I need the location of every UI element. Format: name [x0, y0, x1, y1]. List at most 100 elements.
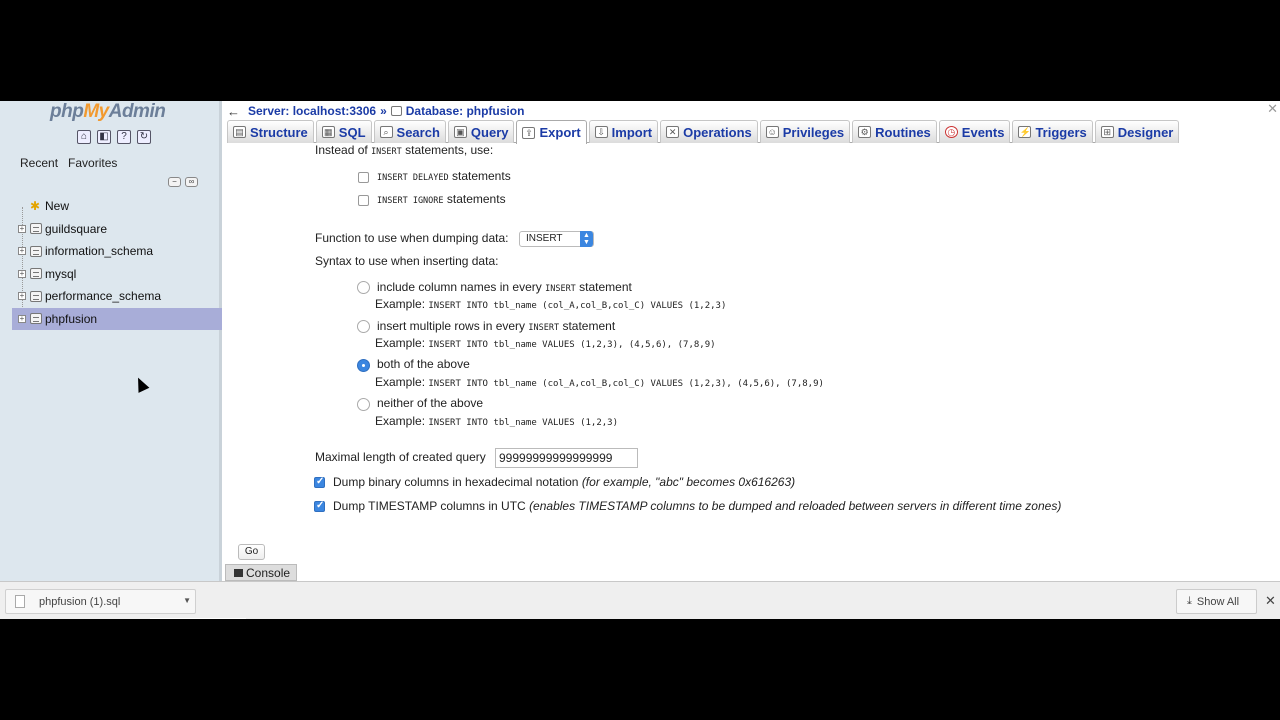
tree-item-mysql[interactable]: + mysql	[12, 263, 222, 286]
import-icon: ⇩	[594, 126, 608, 138]
max-length-input[interactable]: 99999999999999999	[495, 448, 638, 468]
breadcrumb-server[interactable]: Server: localhost:3306	[248, 104, 376, 118]
expand-icon[interactable]: +	[18, 269, 26, 278]
tab-triggers[interactable]: ⚡ Triggers	[1012, 120, 1093, 143]
breadcrumb: ← Server: localhost:3306 » Database: php…	[225, 101, 1280, 121]
select-arrows-icon: ▲ ▼	[580, 231, 593, 247]
logout-icon[interactable]: ◧	[97, 130, 111, 144]
tree-item-phpfusion[interactable]: + phpfusion	[12, 307, 222, 330]
tree-item-label: New	[45, 199, 70, 214]
tree-item-performance-schema[interactable]: + performance_schema	[12, 285, 222, 308]
max-length-label: Maximal length of created query	[315, 450, 486, 464]
tab-import[interactable]: ⇩ Import	[588, 120, 659, 143]
syntax-example: Example: INSERT INTO tbl_name (col_A,col…	[375, 375, 824, 389]
download-progress	[150, 618, 246, 619]
structure-icon: ▤	[233, 126, 246, 138]
database-tabs: ▤ Structure ▦ SQL ⌕ Search ▣ Query ⇪ Export ⇩…	[227, 120, 1180, 144]
syntax-radio-neither[interactable]	[357, 398, 370, 411]
tab-operations[interactable]: ✕ Operations	[660, 120, 758, 143]
syntax-example: Example: INSERT INTO tbl_name VALUES (1,…	[375, 414, 619, 428]
console-toggle[interactable]: Console	[225, 564, 297, 581]
tree-item-information-schema[interactable]: + information_schema	[12, 240, 222, 263]
new-database-icon: ✱	[30, 199, 41, 214]
tab-routines[interactable]: ⚙ Routines	[852, 120, 937, 143]
insert-ignore-checkbox[interactable]	[358, 195, 369, 206]
database-icon	[30, 245, 42, 257]
breadcrumb-database[interactable]: Database: phpfusion	[406, 104, 525, 118]
main-panel: ← Server: localhost:3306 » Database: php…	[225, 101, 1280, 581]
mouse-cursor-icon	[132, 375, 150, 393]
download-filename: phpfusion (1).sql	[39, 595, 121, 608]
function-select[interactable]: INSERT ▲ ▼	[519, 231, 594, 247]
hex-binary-checkbox[interactable]	[314, 476, 325, 488]
syntax-option-label: insert multiple rows in every insert sta…	[377, 319, 616, 333]
file-icon	[15, 595, 25, 608]
tab-privileges[interactable]: ☺ Privileges	[759, 120, 851, 143]
tab-sql[interactable]: ▦ SQL	[315, 120, 372, 143]
breadcrumb-separator: »	[380, 104, 387, 118]
utc-timestamp-label: Dump TIMESTAMP columns in UTC (enables T…	[333, 499, 1062, 513]
tab-search[interactable]: ⌕ Search	[373, 120, 446, 143]
tree-item-new[interactable]: ✱ New	[12, 195, 222, 218]
syntax-radio-both[interactable]	[357, 359, 370, 372]
navigation-sidebar: phpMyAdmin ⌂ ◧ ? ↻ Recent Favorites − ∞ …	[0, 101, 222, 581]
expand-icon[interactable]: +	[18, 314, 26, 323]
privileges-icon: ☺	[765, 126, 779, 138]
database-icon	[30, 290, 42, 302]
tab-designer[interactable]: ⊞ Designer	[1094, 120, 1180, 143]
events-icon: ◷	[944, 126, 958, 138]
operations-icon: ✕	[666, 126, 680, 138]
phpmyadmin-logo[interactable]: phpMyAdmin	[50, 101, 166, 123]
syntax-option-label: include column names in every insert sta…	[377, 280, 632, 294]
tab-events[interactable]: ◷ Events	[938, 120, 1011, 143]
reload-icon[interactable]: ↻	[137, 130, 151, 144]
tree-item-guildsquare[interactable]: + guildsquare	[12, 218, 222, 241]
nav-icon-bar: ⌂ ◧ ? ↻	[77, 130, 151, 144]
tab-export[interactable]: ⇪ Export	[516, 120, 587, 144]
syntax-example: Example: INSERT INTO tbl_name VALUES (1,…	[375, 336, 716, 350]
go-button[interactable]: Go	[238, 544, 265, 560]
recent-tab[interactable]: Recent	[16, 154, 62, 172]
instead-of-label: Instead of insert statements, use:	[315, 143, 494, 157]
hex-binary-label: Dump binary columns in hexadecimal notat…	[333, 475, 796, 489]
database-tree: ✱ New + guildsquare + information_schema…	[12, 195, 222, 330]
insert-ignore-label: insert ignore statements	[377, 192, 506, 206]
syntax-radio-complete[interactable]	[357, 281, 370, 294]
expand-icon[interactable]: +	[18, 292, 26, 301]
docs-icon[interactable]: ?	[117, 130, 131, 144]
syntax-label: Syntax to use when inserting data:	[315, 254, 499, 268]
download-icon: ⤓	[1187, 595, 1192, 607]
tab-structure[interactable]: ▤ Structure	[227, 120, 314, 143]
function-label: Function to use when dumping data:	[315, 231, 509, 245]
close-panel-icon[interactable]: ✕	[1267, 101, 1278, 117]
close-icon[interactable]: ✕	[1265, 593, 1276, 609]
download-item[interactable]: phpfusion (1).sql ▼	[5, 589, 196, 614]
insert-delayed-checkbox[interactable]	[358, 172, 369, 183]
syntax-radio-extended[interactable]	[357, 320, 370, 333]
link-icon[interactable]: ∞	[185, 177, 198, 187]
expand-icon[interactable]: +	[18, 247, 26, 256]
triggers-icon: ⚡	[1018, 126, 1032, 138]
favorites-tab[interactable]: Favorites	[64, 154, 121, 172]
chevron-down-icon[interactable]: ▼	[183, 596, 191, 605]
syntax-example: Example: INSERT INTO tbl_name (col_A,col…	[375, 297, 727, 311]
tree-item-label: mysql	[45, 266, 77, 281]
home-icon[interactable]: ⌂	[77, 130, 91, 144]
search-icon: ⌕	[379, 126, 393, 138]
expand-icon[interactable]: +	[18, 224, 26, 233]
tree-tools: − ∞	[168, 177, 198, 187]
database-icon	[30, 313, 42, 325]
sql-icon: ▦	[321, 126, 335, 138]
database-icon	[390, 106, 402, 116]
collapse-all-icon[interactable]: −	[168, 177, 181, 187]
routines-icon: ⚙	[858, 126, 872, 138]
tab-query[interactable]: ▣ Query	[447, 120, 515, 143]
utc-timestamp-checkbox[interactable]	[314, 500, 325, 512]
tree-item-label: performance_schema	[45, 289, 162, 304]
back-arrow-icon[interactable]: ←	[227, 104, 240, 119]
show-all-button[interactable]: ⤓ Show All	[1176, 589, 1257, 614]
designer-icon: ⊞	[1100, 126, 1114, 138]
console-icon	[234, 568, 243, 577]
browser-viewport: phpMyAdmin ⌂ ◧ ? ↻ Recent Favorites − ∞ …	[0, 101, 1280, 619]
syntax-option-label: both of the above	[377, 357, 470, 371]
